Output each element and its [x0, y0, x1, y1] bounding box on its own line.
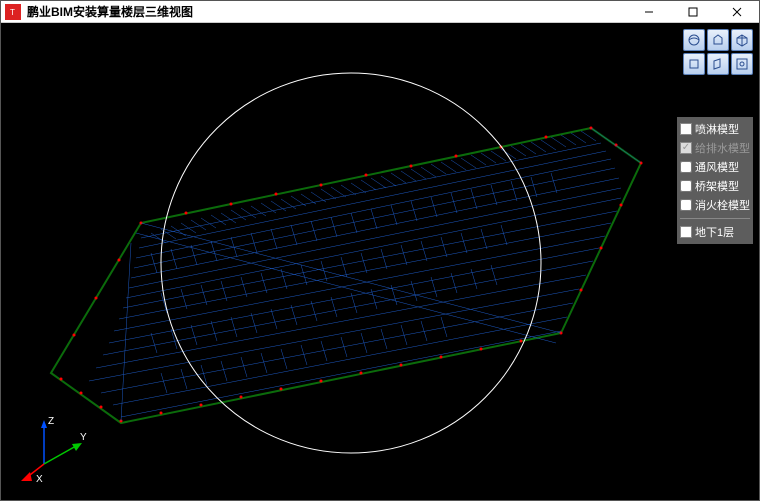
- svg-text:T: T: [10, 8, 15, 17]
- svg-text:Y: Y: [80, 432, 87, 443]
- checkbox-icon[interactable]: ✓: [680, 123, 692, 135]
- view-toolbar: [683, 29, 753, 75]
- tool-view-top[interactable]: [707, 29, 729, 51]
- checkbox-icon[interactable]: [680, 199, 692, 211]
- tool-orbit[interactable]: [683, 29, 705, 51]
- svg-text:Z: Z: [48, 416, 54, 427]
- layer-label: 通风模型: [695, 159, 739, 175]
- minimize-button[interactable]: [627, 1, 671, 22]
- divider: [680, 218, 750, 219]
- layer-item-plumbing: ✓ 给排水模型: [680, 140, 750, 156]
- layers-panel: ✓ 喷淋模型 ✓ 给排水模型 通风模型 桥架模型 消火栓模型 ✓: [677, 117, 753, 244]
- layer-item-hydrant[interactable]: 消火栓模型: [680, 197, 750, 213]
- viewport-3d[interactable]: ✓ 喷淋模型 ✓ 给排水模型 通风模型 桥架模型 消火栓模型 ✓: [1, 23, 759, 500]
- tool-view-side[interactable]: [707, 53, 729, 75]
- floor-label: 地下1层: [695, 224, 734, 240]
- floor-item-b1[interactable]: ✓ 地下1层: [680, 224, 750, 240]
- tool-view-iso[interactable]: [731, 29, 753, 51]
- window-title: 鹏业BIM安装算量楼层三维视图: [25, 3, 627, 20]
- layer-label: 桥架模型: [695, 178, 739, 194]
- svg-text:X: X: [36, 474, 43, 484]
- layer-label: 喷淋模型: [695, 121, 739, 137]
- layer-label: 给排水模型: [695, 140, 750, 156]
- model-canvas: [1, 23, 759, 500]
- checkbox-icon[interactable]: [680, 161, 692, 173]
- close-button[interactable]: [715, 1, 759, 22]
- tool-fit[interactable]: [731, 53, 753, 75]
- titlebar: T 鹏业BIM安装算量楼层三维视图: [1, 1, 759, 23]
- maximize-button[interactable]: [671, 1, 715, 22]
- layer-item-ventilation[interactable]: 通风模型: [680, 159, 750, 175]
- tool-view-front[interactable]: [683, 53, 705, 75]
- layer-item-tray[interactable]: 桥架模型: [680, 178, 750, 194]
- app-icon: T: [5, 4, 21, 20]
- window-controls: [627, 1, 759, 22]
- checkbox-icon: ✓: [680, 142, 692, 154]
- layer-label: 消火栓模型: [695, 197, 750, 213]
- checkbox-icon[interactable]: [680, 180, 692, 192]
- axes-gizmo: Z Y X: [19, 414, 89, 484]
- checkbox-icon[interactable]: ✓: [680, 226, 692, 238]
- app-window: T 鹏业BIM安装算量楼层三维视图: [0, 0, 760, 501]
- layer-item-sprinkler[interactable]: ✓ 喷淋模型: [680, 121, 750, 137]
